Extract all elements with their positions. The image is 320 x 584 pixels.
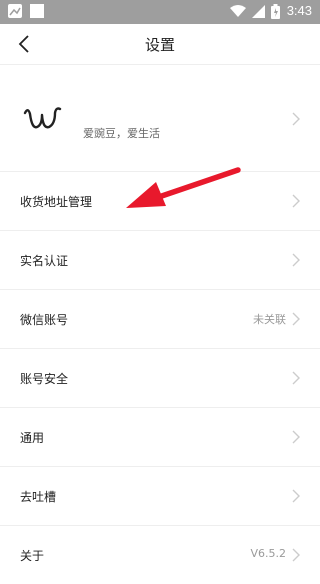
settings-item-about[interactable]: 关于 V6.5.2 <box>0 526 320 584</box>
settings-item-label: 实名认证 <box>20 254 69 268</box>
settings-item-label: 关于 <box>20 549 45 563</box>
settings-item-wechat[interactable]: 微信账号 未关联 <box>0 290 320 349</box>
settings-item-label: 去吐槽 <box>20 490 57 504</box>
status-bar: 3:43 <box>0 0 320 24</box>
annotation-arrow <box>126 167 241 208</box>
settings-item-label: 收货地址管理 <box>20 195 93 209</box>
profile-slogan: 爱豌豆，爱生活 <box>83 127 160 140</box>
gallery-icon <box>30 4 44 18</box>
status-time: 3:43 <box>286 3 312 18</box>
chevron-right-icon <box>292 548 300 562</box>
notification-icon <box>8 4 22 18</box>
settings-item-general[interactable]: 通用 <box>0 408 320 467</box>
brand-logo <box>23 107 62 129</box>
settings-item-realname[interactable]: 实名认证 <box>0 231 320 290</box>
settings-item-value: 未关联 <box>253 313 286 326</box>
settings-item-feedback[interactable]: 去吐槽 <box>0 467 320 526</box>
page-title: 设置 <box>144 36 175 54</box>
chevron-right-icon <box>292 112 300 126</box>
chevron-right-icon <box>292 194 300 208</box>
profile-row[interactable]: 爱豌豆，爱生活 <box>0 65 320 172</box>
settings-item-security[interactable]: 账号安全 <box>0 349 320 408</box>
chevron-right-icon <box>292 253 300 267</box>
signal-icon <box>252 5 265 18</box>
chevron-right-icon <box>292 489 300 503</box>
nav-bar: 设置 <box>0 24 320 65</box>
wifi-icon <box>230 5 246 17</box>
chevron-right-icon <box>292 312 300 326</box>
battery-icon <box>271 4 280 19</box>
chevron-right-icon <box>292 371 300 385</box>
settings-item-label: 账号安全 <box>20 372 69 386</box>
chevron-right-icon <box>292 430 300 444</box>
settings-item-label: 微信账号 <box>20 313 69 327</box>
settings-item-label: 通用 <box>20 431 45 445</box>
version-value: V6.5.2 <box>250 547 286 560</box>
